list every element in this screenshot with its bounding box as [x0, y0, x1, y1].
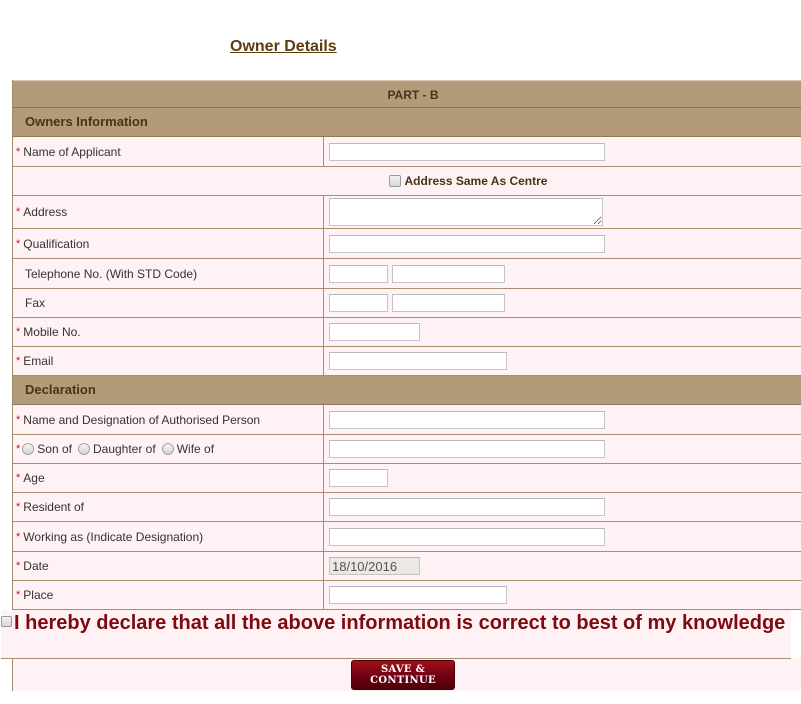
place-input[interactable]	[329, 586, 507, 604]
row-date: * Date	[13, 552, 801, 581]
working-as-input[interactable]	[329, 527, 605, 546]
required-marker: *	[16, 472, 21, 484]
resident-of-label: Resident of	[23, 500, 84, 514]
fax-label: Fax	[25, 296, 46, 310]
telephone-label: Telephone No. (With STD Code)	[25, 266, 198, 281]
telephone-number-input[interactable]	[392, 264, 505, 283]
required-marker: *	[16, 501, 21, 513]
qualification-label: Qualification	[23, 236, 90, 251]
required-marker: *	[16, 326, 21, 338]
row-resident-of: * Resident of	[13, 493, 801, 522]
required-marker: *	[16, 206, 21, 218]
owners-section-title: Owners Information	[25, 114, 148, 129]
address-label: Address	[23, 205, 68, 219]
part-header: PART - B	[13, 80, 801, 108]
save-continue-button[interactable]: SAVE & CONTINUE	[351, 660, 455, 690]
wife-of-label: Wife of	[176, 442, 215, 456]
row-relation: * Son of Daughter of Wife of	[13, 435, 801, 464]
authorised-person-label: Name and Designation of Authorised Perso…	[23, 412, 261, 427]
mobile-label: Mobile No.	[23, 325, 81, 339]
email-label: Email	[23, 354, 54, 368]
row-address: * Address	[13, 196, 801, 229]
address-same-label: Address Same As Centre	[404, 174, 548, 188]
required-marker: *	[16, 589, 21, 601]
owner-details-form: PART - B Owners Information * Name of App…	[1, 80, 801, 691]
declaration-checkbox[interactable]	[1, 616, 12, 627]
email-input[interactable]	[329, 352, 507, 370]
daughter-of-label: Daughter of	[92, 442, 156, 456]
row-email: * Email	[13, 347, 801, 376]
relation-name-input[interactable]	[329, 440, 605, 458]
mobile-input[interactable]	[329, 323, 420, 341]
required-marker: *	[16, 443, 21, 455]
age-label: Age	[23, 471, 45, 485]
authorised-person-input[interactable]	[329, 410, 605, 429]
part-title: PART - B	[387, 88, 439, 102]
declaration-text: I hereby declare that all the above info…	[14, 612, 786, 634]
row-actions: SAVE & CONTINUE	[13, 659, 801, 691]
place-label: Place	[23, 588, 54, 602]
row-working-as: * Working as (Indicate Designation)	[13, 522, 801, 552]
row-declaration: I hereby declare that all the above info…	[1, 610, 791, 659]
name-of-applicant-input[interactable]	[329, 142, 605, 161]
fax-std-input[interactable]	[329, 294, 388, 312]
row-age: * Age	[13, 464, 801, 493]
son-of-radio[interactable]	[22, 443, 35, 455]
wife-of-radio[interactable]	[161, 443, 174, 455]
required-marker: *	[16, 145, 21, 158]
row-mobile: * Mobile No.	[13, 318, 801, 347]
telephone-std-input[interactable]	[329, 264, 388, 283]
row-authorised-person: * Name and Designation of Authorised Pers…	[13, 405, 801, 435]
row-telephone: Telephone No. (With STD Code)	[13, 259, 801, 289]
row-address-same: Address Same As Centre	[13, 167, 801, 196]
row-fax: Fax	[13, 289, 801, 318]
row-qualification: * Qualification	[13, 229, 801, 259]
row-name-of-applicant: * Name of Applicant	[13, 137, 801, 167]
qualification-input[interactable]	[329, 234, 605, 253]
required-marker: *	[16, 560, 21, 572]
name-of-applicant-label: Name of Applicant	[23, 144, 121, 159]
age-input[interactable]	[329, 469, 388, 487]
son-of-label: Son of	[37, 442, 72, 456]
fax-number-input[interactable]	[392, 294, 505, 312]
owners-section-header: Owners Information	[13, 108, 801, 137]
row-place: * Place	[13, 581, 801, 610]
date-label: Date	[23, 559, 49, 573]
required-marker: *	[16, 237, 21, 250]
address-textarea[interactable]	[329, 198, 603, 226]
declaration-section-title: Declaration	[25, 382, 96, 397]
required-marker: *	[16, 413, 21, 426]
declaration-section-header: Declaration	[13, 376, 801, 405]
resident-of-input[interactable]	[329, 498, 605, 516]
date-input	[329, 557, 420, 575]
address-same-checkbox[interactable]	[388, 175, 401, 187]
page-title: Owner Details	[230, 38, 337, 55]
daughter-of-radio[interactable]	[77, 443, 90, 455]
required-marker: *	[16, 530, 21, 543]
working-as-label: Working as (Indicate Designation)	[23, 529, 204, 544]
required-marker: *	[16, 355, 21, 367]
